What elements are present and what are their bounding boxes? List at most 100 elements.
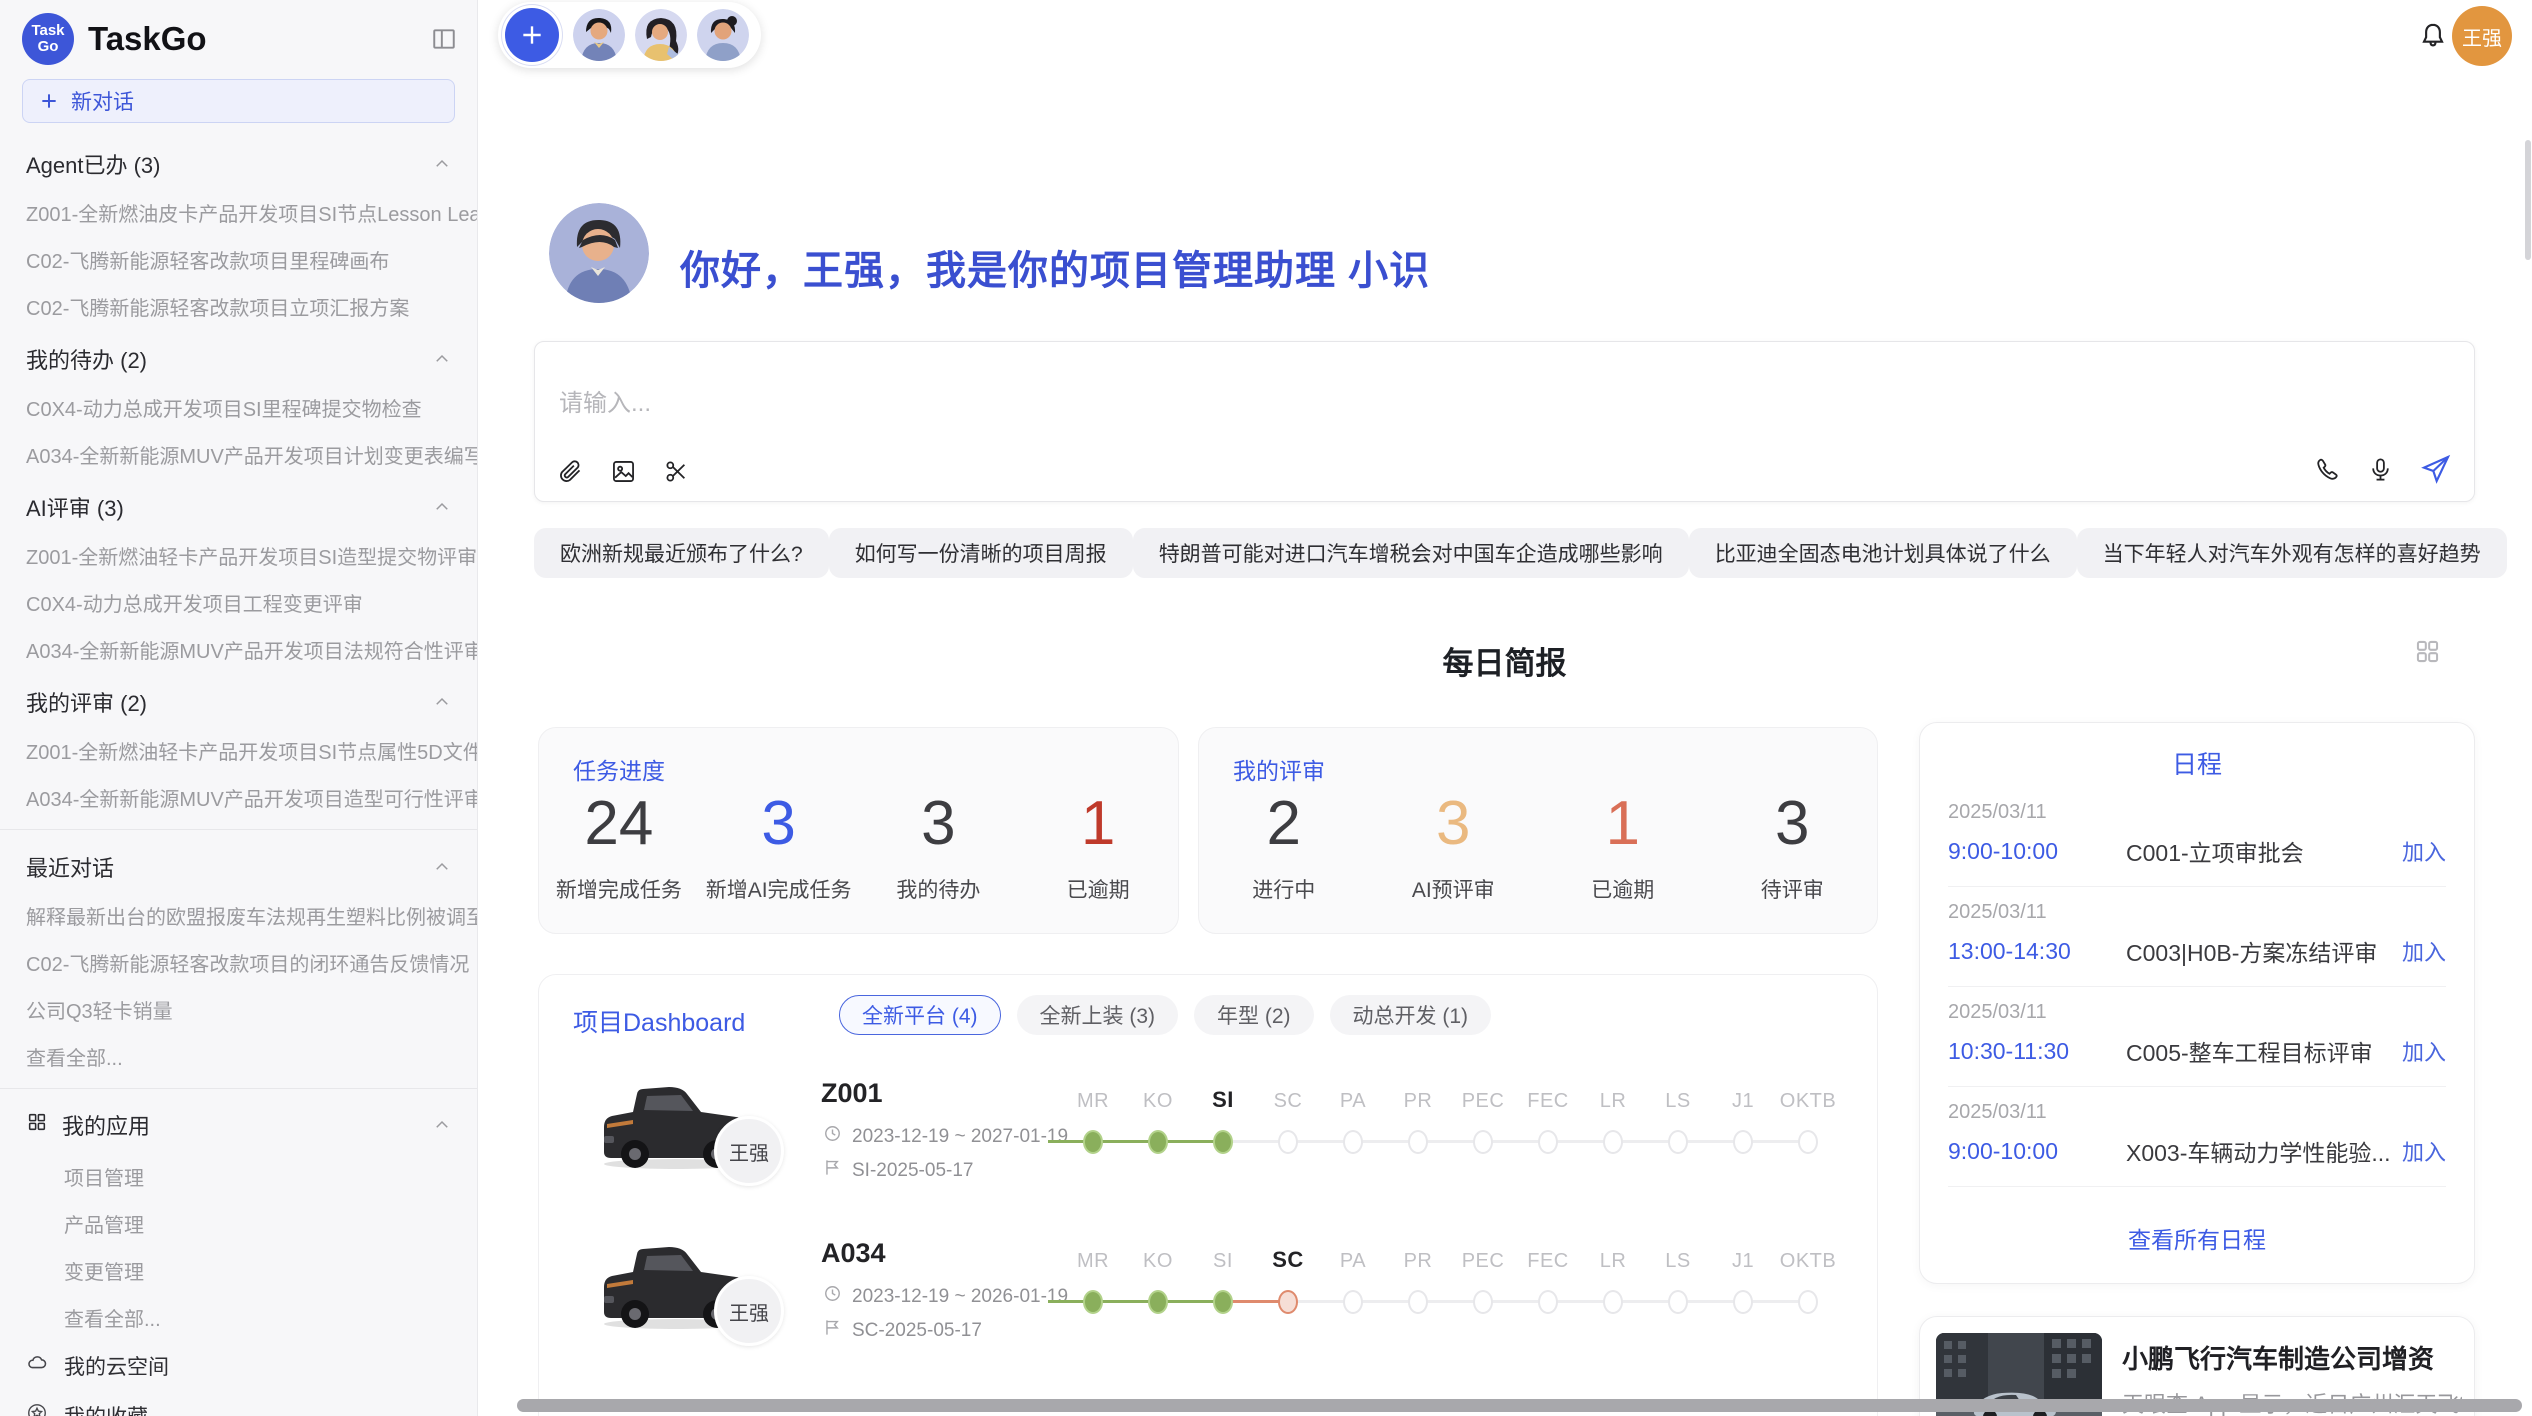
- milestone-node[interactable]: [1733, 1130, 1753, 1154]
- stat-value: 2: [1199, 788, 1369, 860]
- divider: [0, 829, 477, 830]
- suggestion-chip[interactable]: 如何写一份清晰的项目周报: [829, 528, 1133, 578]
- sidebar-item[interactable]: C0X4-动力总成开发项目工程变更评审: [0, 579, 477, 626]
- microphone-icon[interactable]: [2367, 456, 2394, 483]
- send-icon[interactable]: [2420, 453, 2452, 485]
- recent-chat-item[interactable]: 解释最新出台的欧盟报废车法规再生塑料比例被调至15%...: [0, 892, 477, 939]
- stat-value: 3: [699, 788, 859, 860]
- member-avatar[interactable]: [697, 9, 749, 61]
- sidebar-item[interactable]: A034-全新新能源MUV产品开发项目法规符合性评审: [0, 626, 477, 673]
- dashboard-tab[interactable]: 年型 (2): [1194, 995, 1314, 1035]
- stat-label: 已逾期: [1538, 874, 1708, 904]
- milestone-node[interactable]: [1668, 1130, 1688, 1154]
- milestone-node[interactable]: [1733, 1290, 1753, 1314]
- dashboard-tab[interactable]: 全新平台 (4): [839, 995, 1001, 1035]
- sidebar-item[interactable]: Z001-全新燃油轻卡产品开发项目SI节点属性5D文件评审: [0, 727, 477, 774]
- sidebar-item[interactable]: A034-全新新能源MUV产品开发项目造型可行性评审: [0, 774, 477, 821]
- recent-chat-item[interactable]: 公司Q3轻卡销量: [0, 986, 477, 1033]
- suggestion-chip[interactable]: 特朗普可能对进口汽车增税会对中国车企造成哪些影响: [1133, 528, 1689, 578]
- sidebar-item[interactable]: Z001-全新燃油皮卡产品开发项目SI节点Lesson Learn报告: [0, 189, 477, 236]
- milestone-label: OKTB: [1768, 1250, 1848, 1273]
- new-chat-button[interactable]: 新对话: [22, 79, 455, 123]
- chevron-up-icon: [433, 1116, 451, 1134]
- milestone-node[interactable]: [1083, 1130, 1103, 1154]
- suggestion-chip[interactable]: 当下年轻人对汽车外观有怎样的喜好趋势: [2077, 528, 2507, 578]
- stat-item: 1已逾期: [1538, 788, 1708, 904]
- scissors-icon[interactable]: [663, 458, 690, 485]
- milestone-node[interactable]: [1668, 1290, 1688, 1314]
- chevron-up-icon: [433, 498, 451, 516]
- layout-grid-icon[interactable]: [2414, 638, 2441, 670]
- suggestion-chip[interactable]: 欧洲新规最近颁布了什么?: [534, 528, 829, 578]
- milestone-node[interactable]: [1278, 1290, 1298, 1314]
- chevron-up-icon: [433, 693, 451, 711]
- suggestion-chip[interactable]: 比亚迪全固态电池计划具体说了什么: [1689, 528, 2077, 578]
- recent-chats-header[interactable]: 最近对话: [0, 838, 477, 892]
- milestone-node[interactable]: [1538, 1130, 1558, 1154]
- sidebar-section-header[interactable]: AI评审 (3): [0, 478, 477, 532]
- sidebar-item-cloud[interactable]: 我的云空间: [0, 1341, 477, 1391]
- recent-chat-item[interactable]: 查看全部...: [0, 1033, 477, 1080]
- milestone-node[interactable]: [1538, 1290, 1558, 1314]
- sidebar-collapse-icon[interactable]: [431, 26, 457, 52]
- dashboard-tab[interactable]: 全新上装 (3): [1017, 995, 1179, 1035]
- app-item[interactable]: 查看全部...: [0, 1294, 477, 1341]
- milestone-node[interactable]: [1408, 1290, 1428, 1314]
- sidebar-item[interactable]: C02-飞腾新能源轻客改款项目里程碑画布: [0, 236, 477, 283]
- milestone-node[interactable]: [1343, 1130, 1363, 1154]
- sidebar-section-header[interactable]: 我的待办 (2): [0, 330, 477, 384]
- my-apps-header[interactable]: 我的应用: [0, 1097, 477, 1153]
- milestone-node[interactable]: [1148, 1130, 1168, 1154]
- sidebar-item[interactable]: C0X4-动力总成开发项目SI里程碑提交物检查: [0, 384, 477, 431]
- dashboard-tab[interactable]: 动总开发 (1): [1330, 995, 1492, 1035]
- member-avatar[interactable]: [635, 9, 687, 61]
- member-avatar[interactable]: [573, 9, 625, 61]
- milestone-node[interactable]: [1798, 1290, 1818, 1314]
- section-title-label: 最近对话: [26, 851, 114, 883]
- sidebar-section-header[interactable]: Agent已办 (3): [0, 135, 477, 189]
- chat-input[interactable]: [559, 390, 1959, 418]
- greeting-text: 你好，王强，我是你的项目管理助理 小识: [680, 238, 1430, 296]
- vertical-scrollbar[interactable]: [2525, 140, 2531, 260]
- notification-bell-icon[interactable]: [2418, 21, 2448, 56]
- milestone-node[interactable]: [1148, 1290, 1168, 1314]
- app-item[interactable]: 项目管理: [0, 1153, 477, 1200]
- milestone-node[interactable]: [1278, 1130, 1298, 1154]
- milestone-node[interactable]: [1213, 1290, 1233, 1314]
- stat-label: 新增AI完成任务: [699, 874, 859, 904]
- divider: [0, 1088, 477, 1089]
- schedule-item: 2025/03/119:00-10:00X003-车辆动力学性能验...加入: [1948, 1087, 2446, 1187]
- image-icon[interactable]: [610, 458, 637, 485]
- schedule-date: 2025/03/11: [1948, 901, 2446, 924]
- sidebar-section-header[interactable]: 我的评审 (2): [0, 673, 477, 727]
- my-apps-label: 我的应用: [62, 1109, 150, 1141]
- phone-icon[interactable]: [2314, 456, 2341, 483]
- milestone-node[interactable]: [1343, 1290, 1363, 1314]
- sidebar-item-star[interactable]: 我的收藏: [0, 1391, 477, 1416]
- milestone-node[interactable]: [1603, 1290, 1623, 1314]
- milestone-node[interactable]: [1213, 1130, 1233, 1154]
- sidebar-item[interactable]: A034-全新新能源MUV产品开发项目计划变更表编写: [0, 431, 477, 478]
- view-all-schedule-link[interactable]: 查看所有日程: [1948, 1221, 2446, 1255]
- sidebar-item[interactable]: Z001-全新燃油轻卡产品开发项目SI造型提交物评审: [0, 532, 477, 579]
- join-link[interactable]: 加入: [2402, 935, 2446, 967]
- milestone-node[interactable]: [1473, 1290, 1493, 1314]
- milestone-node[interactable]: [1408, 1130, 1428, 1154]
- join-link[interactable]: 加入: [2402, 1135, 2446, 1167]
- milestone-node[interactable]: [1083, 1290, 1103, 1314]
- attachment-icon[interactable]: [557, 458, 584, 485]
- recent-chat-item[interactable]: C02-飞腾新能源轻客改款项目的闭环通告反馈情况: [0, 939, 477, 986]
- horizontal-scrollbar[interactable]: [517, 1399, 2522, 1412]
- sidebar-item[interactable]: C02-飞腾新能源轻客改款项目立项汇报方案: [0, 283, 477, 330]
- milestone-node[interactable]: [1798, 1130, 1818, 1154]
- stat-value: 1: [1018, 788, 1178, 860]
- add-workspace-button[interactable]: [505, 8, 559, 62]
- chat-input-card: [534, 341, 2475, 502]
- app-item[interactable]: 产品管理: [0, 1200, 477, 1247]
- milestone-node[interactable]: [1473, 1130, 1493, 1154]
- join-link[interactable]: 加入: [2402, 1035, 2446, 1067]
- user-avatar[interactable]: 王强: [2452, 6, 2512, 66]
- join-link[interactable]: 加入: [2402, 835, 2446, 867]
- milestone-node[interactable]: [1603, 1130, 1623, 1154]
- app-item[interactable]: 变更管理: [0, 1247, 477, 1294]
